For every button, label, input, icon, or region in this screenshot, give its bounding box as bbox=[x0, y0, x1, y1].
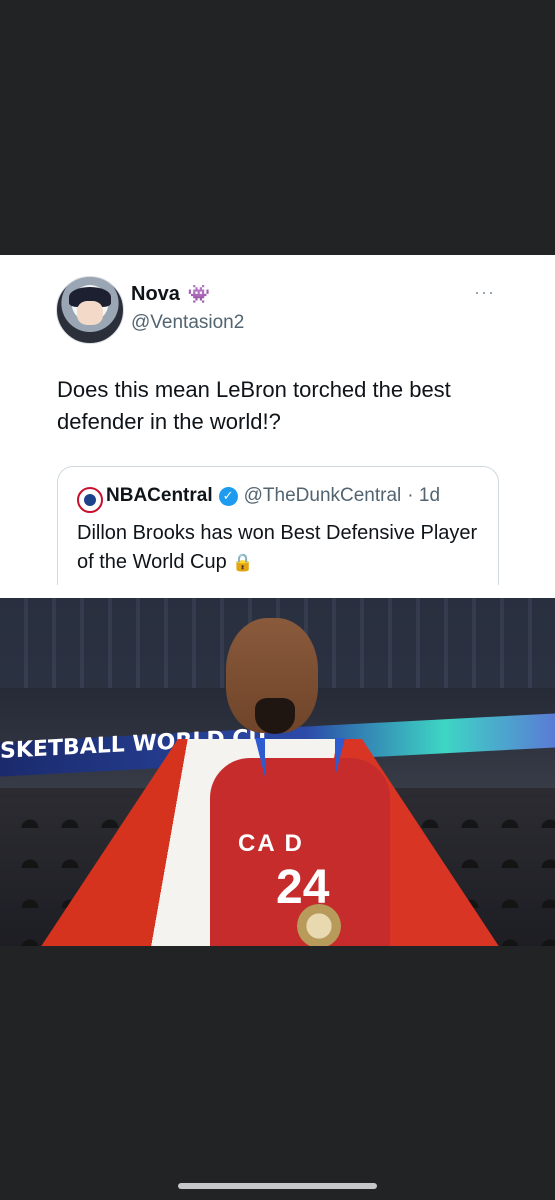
author-name-row[interactable]: Nova 👾 bbox=[131, 283, 210, 306]
author-avatar[interactable] bbox=[56, 276, 124, 344]
quoted-tweet-time: · 1d bbox=[407, 485, 441, 506]
player-beard bbox=[255, 698, 295, 734]
quoted-tweet-header: NBACentral ✓ @TheDunkCentral · 1d bbox=[106, 485, 440, 507]
medal-icon bbox=[297, 904, 341, 946]
author-name[interactable]: Nova bbox=[131, 283, 180, 306]
author-handle[interactable]: @Ventasion2 bbox=[131, 312, 244, 334]
alien-monster-icon: 👾 bbox=[187, 284, 211, 304]
nba-central-logo-icon bbox=[77, 487, 103, 513]
quoted-author-handle: @TheDunkCentral bbox=[243, 485, 402, 506]
quoted-author-name: NBACentral bbox=[106, 485, 213, 506]
jersey-text: CA D bbox=[238, 830, 304, 857]
quoted-tweet-body: Dillon Brooks has won Best Defensive Pla… bbox=[77, 522, 478, 573]
quoted-tweet-text: Dillon Brooks has won Best Defensive Pla… bbox=[77, 519, 487, 577]
more-options-icon[interactable]: ··· bbox=[474, 282, 495, 303]
lock-icon: 🔒 bbox=[232, 553, 254, 572]
avatar-face bbox=[77, 301, 103, 325]
quoted-tweet[interactable]: NBACentral ✓ @TheDunkCentral · 1d Dillon… bbox=[57, 466, 499, 585]
tweet-photo[interactable]: SKETBALL WORLD CU CA D 24 bbox=[0, 598, 555, 946]
home-indicator[interactable] bbox=[178, 1183, 377, 1189]
verified-badge-icon: ✓ bbox=[218, 486, 238, 506]
tweet-text: Does this mean LeBron torched the best d… bbox=[57, 377, 451, 434]
